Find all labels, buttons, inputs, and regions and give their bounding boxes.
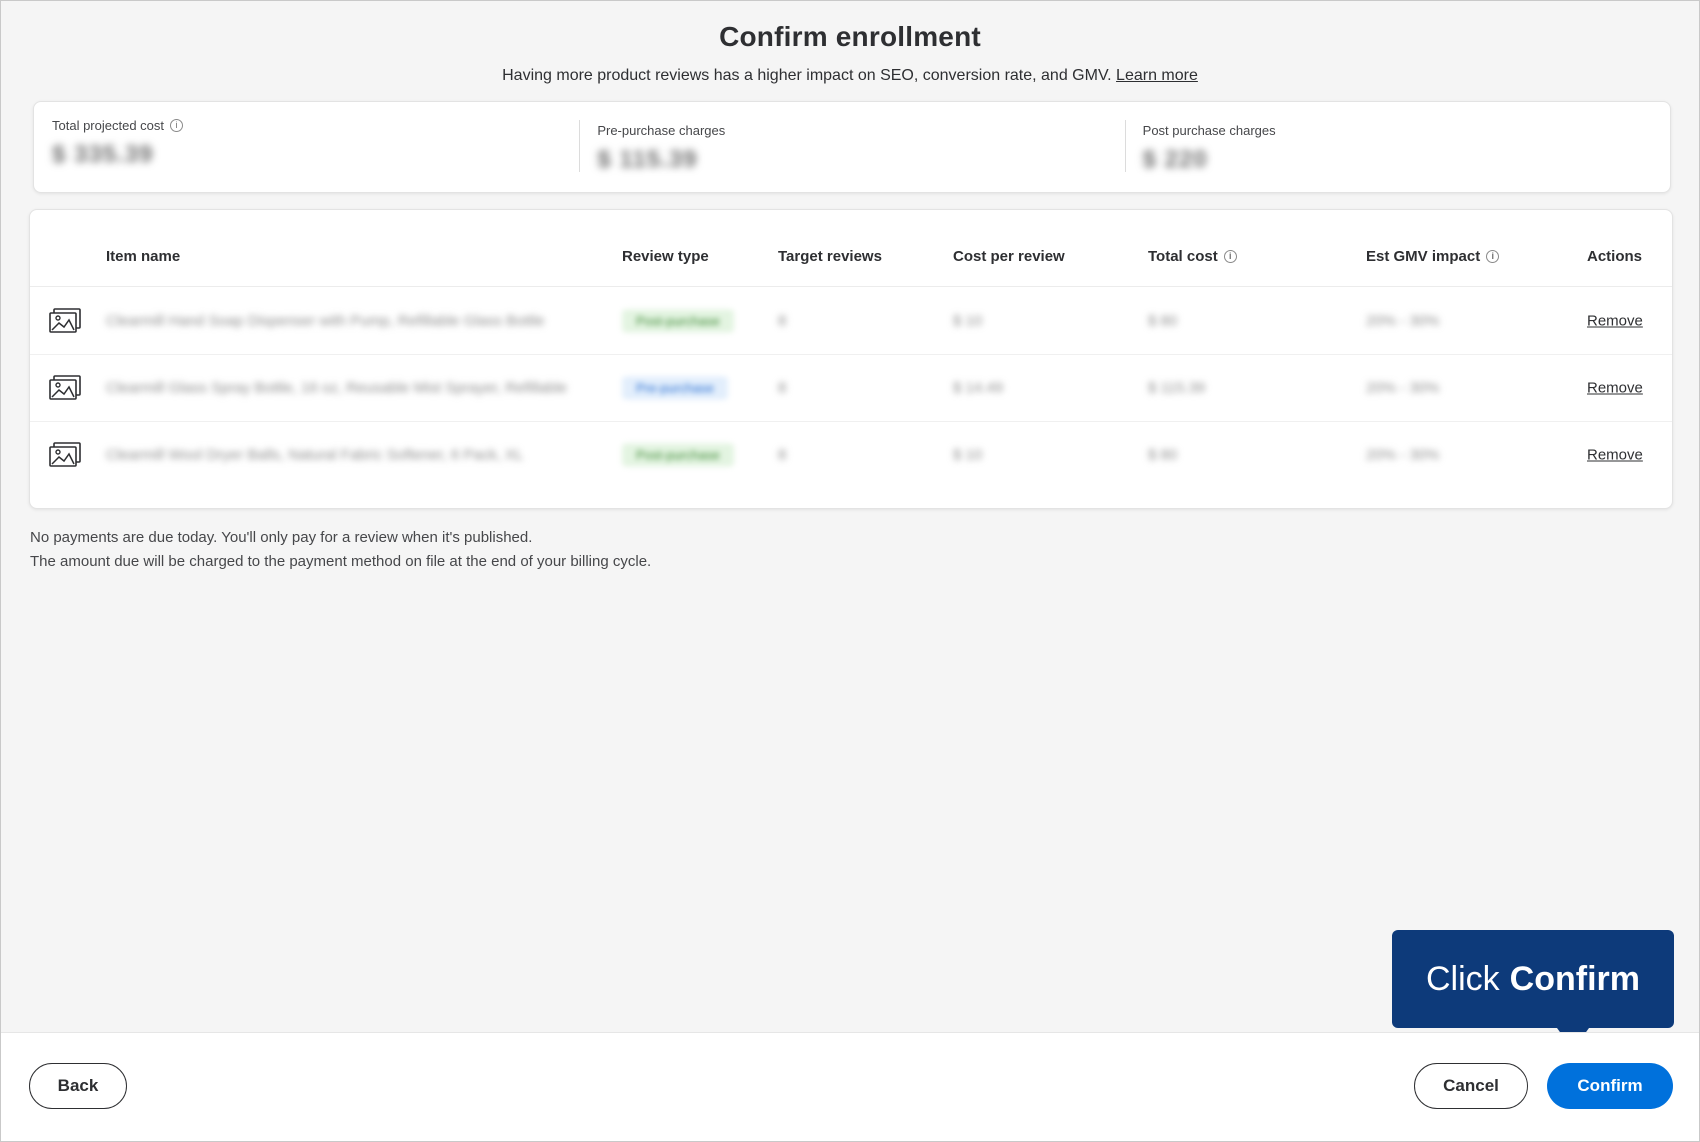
stat-label: Total projected cost i bbox=[52, 118, 561, 133]
cost-per-review: $ 10 bbox=[953, 446, 983, 463]
remove-link[interactable]: Remove bbox=[1587, 312, 1643, 329]
table-header: Item name Review type Target reviews Cos… bbox=[30, 210, 1672, 287]
table-row: Clearmill Hand Soap Dispenser with Pump,… bbox=[30, 287, 1672, 355]
col-total-cost-label: Total cost bbox=[1148, 248, 1218, 265]
product-image-icon bbox=[48, 307, 82, 334]
total-cost: $ 80 bbox=[1148, 446, 1178, 463]
stat-label: Post purchase charges bbox=[1142, 123, 1276, 138]
subtitle: Having more product reviews has a higher… bbox=[1, 67, 1699, 85]
footer-bar: Back Cancel Confirm bbox=[1, 1032, 1699, 1141]
review-type-badge: Post-purchase bbox=[622, 309, 734, 332]
stat-value: $ 335.39 bbox=[52, 141, 154, 168]
callout-prefix: Click bbox=[1426, 959, 1500, 998]
payment-note-line: The amount due will be charged to the pa… bbox=[30, 553, 652, 570]
stat-label: Pre-purchase charges bbox=[597, 123, 726, 138]
est-gmv-impact: 20% - 30% bbox=[1366, 379, 1440, 396]
tutorial-callout: Click Confirm bbox=[1392, 930, 1674, 1050]
cancel-button[interactable]: Cancel bbox=[1414, 1063, 1528, 1109]
cost-per-review: $ 14.49 bbox=[953, 379, 1004, 396]
learn-more-link[interactable]: Learn more bbox=[1116, 67, 1198, 84]
stat-value: $ 115.39 bbox=[597, 146, 698, 173]
page-title: Confirm enrollment bbox=[719, 21, 981, 52]
info-icon[interactable]: i bbox=[1486, 250, 1500, 263]
item-name: Clearmill Hand Soap Dispenser with Pump,… bbox=[106, 312, 545, 329]
header: Confirm enrollment Having more product r… bbox=[1, 21, 1699, 85]
item-name: Clearmill Glass Spray Bottle, 16 oz, Reu… bbox=[106, 379, 568, 396]
cost-per-review: $ 10 bbox=[953, 312, 983, 329]
payment-note-line: No payments are due today. You'll only p… bbox=[30, 529, 533, 546]
est-gmv-impact: 20% - 30% bbox=[1366, 446, 1440, 463]
subtitle-text: Having more product reviews has a higher… bbox=[502, 67, 1112, 84]
remove-link[interactable]: Remove bbox=[1587, 379, 1643, 396]
info-icon[interactable]: i bbox=[1223, 250, 1237, 263]
target-reviews: 8 bbox=[778, 379, 787, 396]
item-name: Clearmill Wool Dryer Balls, Natural Fabr… bbox=[106, 446, 524, 463]
info-icon[interactable]: i bbox=[170, 119, 184, 132]
col-review-type: Review type bbox=[622, 248, 709, 265]
total-projected-cost: Total projected cost i $ 335.39 bbox=[34, 102, 579, 192]
product-image-icon bbox=[48, 374, 82, 401]
items-table: Item name Review type Target reviews Cos… bbox=[29, 209, 1673, 509]
pre-purchase-charges: Pre-purchase charges $ 115.39 bbox=[579, 102, 1124, 192]
col-actions: Actions bbox=[1587, 248, 1643, 265]
table-row: Clearmill Wool Dryer Balls, Natural Fabr… bbox=[30, 421, 1672, 488]
cost-summary-card: Total projected cost i $ 335.39 Pre-purc… bbox=[33, 101, 1671, 193]
modal-frame: Confirm enrollment Having more product r… bbox=[0, 0, 1700, 1142]
target-reviews: 8 bbox=[778, 446, 787, 463]
callout-emphasis: Confirm bbox=[1509, 959, 1640, 998]
col-cost-per-review: Cost per review bbox=[953, 248, 1065, 265]
back-button[interactable]: Back bbox=[29, 1063, 127, 1109]
total-cost: $ 115.39 bbox=[1148, 379, 1206, 396]
stat-label-text: Total projected cost bbox=[52, 118, 165, 133]
col-est-gmv-impact: Est GMV impact i bbox=[1366, 248, 1500, 265]
confirm-button[interactable]: Confirm bbox=[1547, 1063, 1673, 1109]
col-est-gmv-label: Est GMV impact bbox=[1366, 248, 1481, 265]
col-target-reviews: Target reviews bbox=[778, 248, 882, 265]
total-cost: $ 80 bbox=[1148, 312, 1178, 329]
review-type-badge: Pre-purchase bbox=[622, 376, 729, 399]
stat-value: $ 220 bbox=[1142, 146, 1208, 173]
est-gmv-impact: 20% - 30% bbox=[1366, 312, 1440, 329]
remove-link[interactable]: Remove bbox=[1587, 446, 1643, 463]
col-total-cost: Total cost i bbox=[1148, 248, 1237, 265]
col-item-name: Item name bbox=[106, 248, 181, 265]
product-image-icon bbox=[48, 441, 82, 468]
review-type-badge: Post-purchase bbox=[622, 443, 734, 466]
payment-note: No payments are due today. You'll only p… bbox=[30, 526, 651, 574]
post-purchase-charges: Post purchase charges $ 220 bbox=[1124, 102, 1670, 192]
target-reviews: 8 bbox=[778, 312, 787, 329]
table-row: Clearmill Glass Spray Bottle, 16 oz, Reu… bbox=[30, 354, 1672, 422]
